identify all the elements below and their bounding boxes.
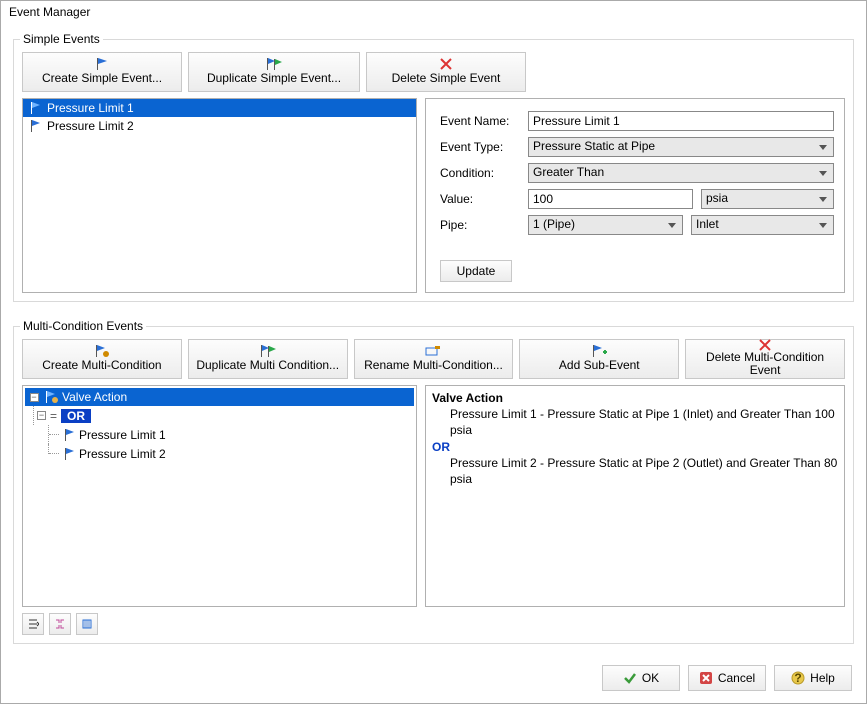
add-sub-event-button[interactable]: Add Sub-Event (519, 339, 679, 379)
tree-tool-button-1[interactable] (22, 613, 44, 635)
flag-icon (62, 447, 76, 461)
list-item-label: Pressure Limit 1 (47, 101, 134, 115)
pipe-label: Pipe: (440, 218, 520, 232)
event-detail-panel: Event Name: Event Type: Pressure Static … (425, 98, 845, 293)
tree-tool-button-2[interactable] (49, 613, 71, 635)
rename-multi-condition-button[interactable]: Rename Multi-Condition... (354, 339, 514, 379)
tree-child-label: Pressure Limit 1 (79, 428, 166, 442)
tree-root-label: Valve Action (62, 390, 127, 404)
event-manager-dialog: Event Manager Simple Events Create Simpl… (0, 0, 867, 704)
delete-simple-event-button[interactable]: Delete Simple Event (366, 52, 526, 92)
delete-x-icon (759, 339, 771, 351)
desc-line: Pressure Limit 2 - Pressure Static at Pi… (432, 455, 838, 487)
event-type-select[interactable]: Pressure Static at Pipe (528, 137, 834, 157)
tree-collapse-all-icon (81, 618, 93, 630)
flag-icon (94, 56, 110, 72)
condition-select[interactable]: Greater Than (528, 163, 834, 183)
value-input[interactable] (528, 189, 693, 209)
help-icon: ? (791, 671, 805, 685)
multi-condition-events-label: Multi-Condition Events (20, 319, 146, 333)
simple-events-label: Simple Events (20, 32, 103, 46)
svg-text:?: ? (794, 671, 801, 685)
flag-icon (27, 119, 43, 133)
delete-multi-condition-button[interactable]: Delete Multi-Condition Event (685, 339, 845, 379)
tree-child-item[interactable]: Pressure Limit 1 (25, 425, 414, 444)
flags-icon (264, 56, 284, 72)
help-button[interactable]: ? Help (774, 665, 852, 691)
event-name-input[interactable] (528, 111, 834, 131)
flag-icon (27, 101, 43, 115)
flag-cog-icon (43, 390, 59, 404)
flags-duplicate-icon (258, 343, 278, 359)
tree-root-item[interactable]: − Valve Action (25, 388, 414, 406)
delete-x-icon (440, 56, 452, 72)
tree-sort-icon (27, 618, 39, 630)
flag-cog-icon (93, 343, 111, 359)
tree-expand-icon (54, 618, 66, 630)
simple-events-listbox[interactable]: Pressure Limit 1 Pressure Limit 2 (22, 98, 417, 293)
unit-select[interactable]: psia (701, 189, 834, 209)
multi-condition-description: Valve Action Pressure Limit 1 - Pressure… (425, 385, 845, 607)
tree-child-item[interactable]: Pressure Limit 2 (25, 444, 414, 463)
duplicate-multi-condition-button[interactable]: Duplicate Multi Condition... (188, 339, 348, 379)
duplicate-simple-event-button[interactable]: Duplicate Simple Event... (188, 52, 360, 92)
list-item[interactable]: Pressure Limit 2 (23, 117, 416, 135)
tree-collapse-icon[interactable]: − (37, 411, 46, 420)
list-item[interactable]: Pressure Limit 1 (23, 99, 416, 117)
create-multi-condition-button[interactable]: Create Multi-Condition (22, 339, 182, 379)
event-type-label: Event Type: (440, 140, 520, 154)
event-name-label: Event Name: (440, 114, 520, 128)
cancel-x-icon (699, 671, 713, 685)
dialog-title: Event Manager (1, 1, 866, 23)
multi-condition-events-group: Multi-Condition Events Create Multi-Cond… (13, 326, 854, 644)
desc-line: Pressure Limit 1 - Pressure Static at Pi… (432, 406, 838, 438)
tree-operator-item[interactable]: − = OR (25, 406, 414, 425)
simple-events-group: Simple Events Create Simple Event... Dup… (13, 39, 854, 302)
tree-child-label: Pressure Limit 2 (79, 447, 166, 461)
or-operator-badge: OR (61, 409, 91, 423)
list-item-label: Pressure Limit 2 (47, 119, 134, 133)
ok-button[interactable]: OK (602, 665, 680, 691)
create-simple-event-button[interactable]: Create Simple Event... (22, 52, 182, 92)
pipe-location-select[interactable]: Inlet (691, 215, 834, 235)
update-button[interactable]: Update (440, 260, 512, 282)
tree-collapse-icon[interactable]: − (30, 393, 39, 402)
cancel-button[interactable]: Cancel (688, 665, 766, 691)
tree-tool-button-3[interactable] (76, 613, 98, 635)
check-icon (623, 671, 637, 685)
desc-or-label: OR (432, 439, 838, 455)
desc-title: Valve Action (432, 390, 838, 406)
flag-plus-icon (590, 343, 608, 359)
condition-label: Condition: (440, 166, 520, 180)
rename-icon (424, 343, 442, 359)
pipe-select[interactable]: 1 (Pipe) (528, 215, 683, 235)
multi-condition-tree[interactable]: − Valve Action − = OR (22, 385, 417, 607)
value-label: Value: (440, 192, 520, 206)
flag-icon (62, 428, 76, 442)
